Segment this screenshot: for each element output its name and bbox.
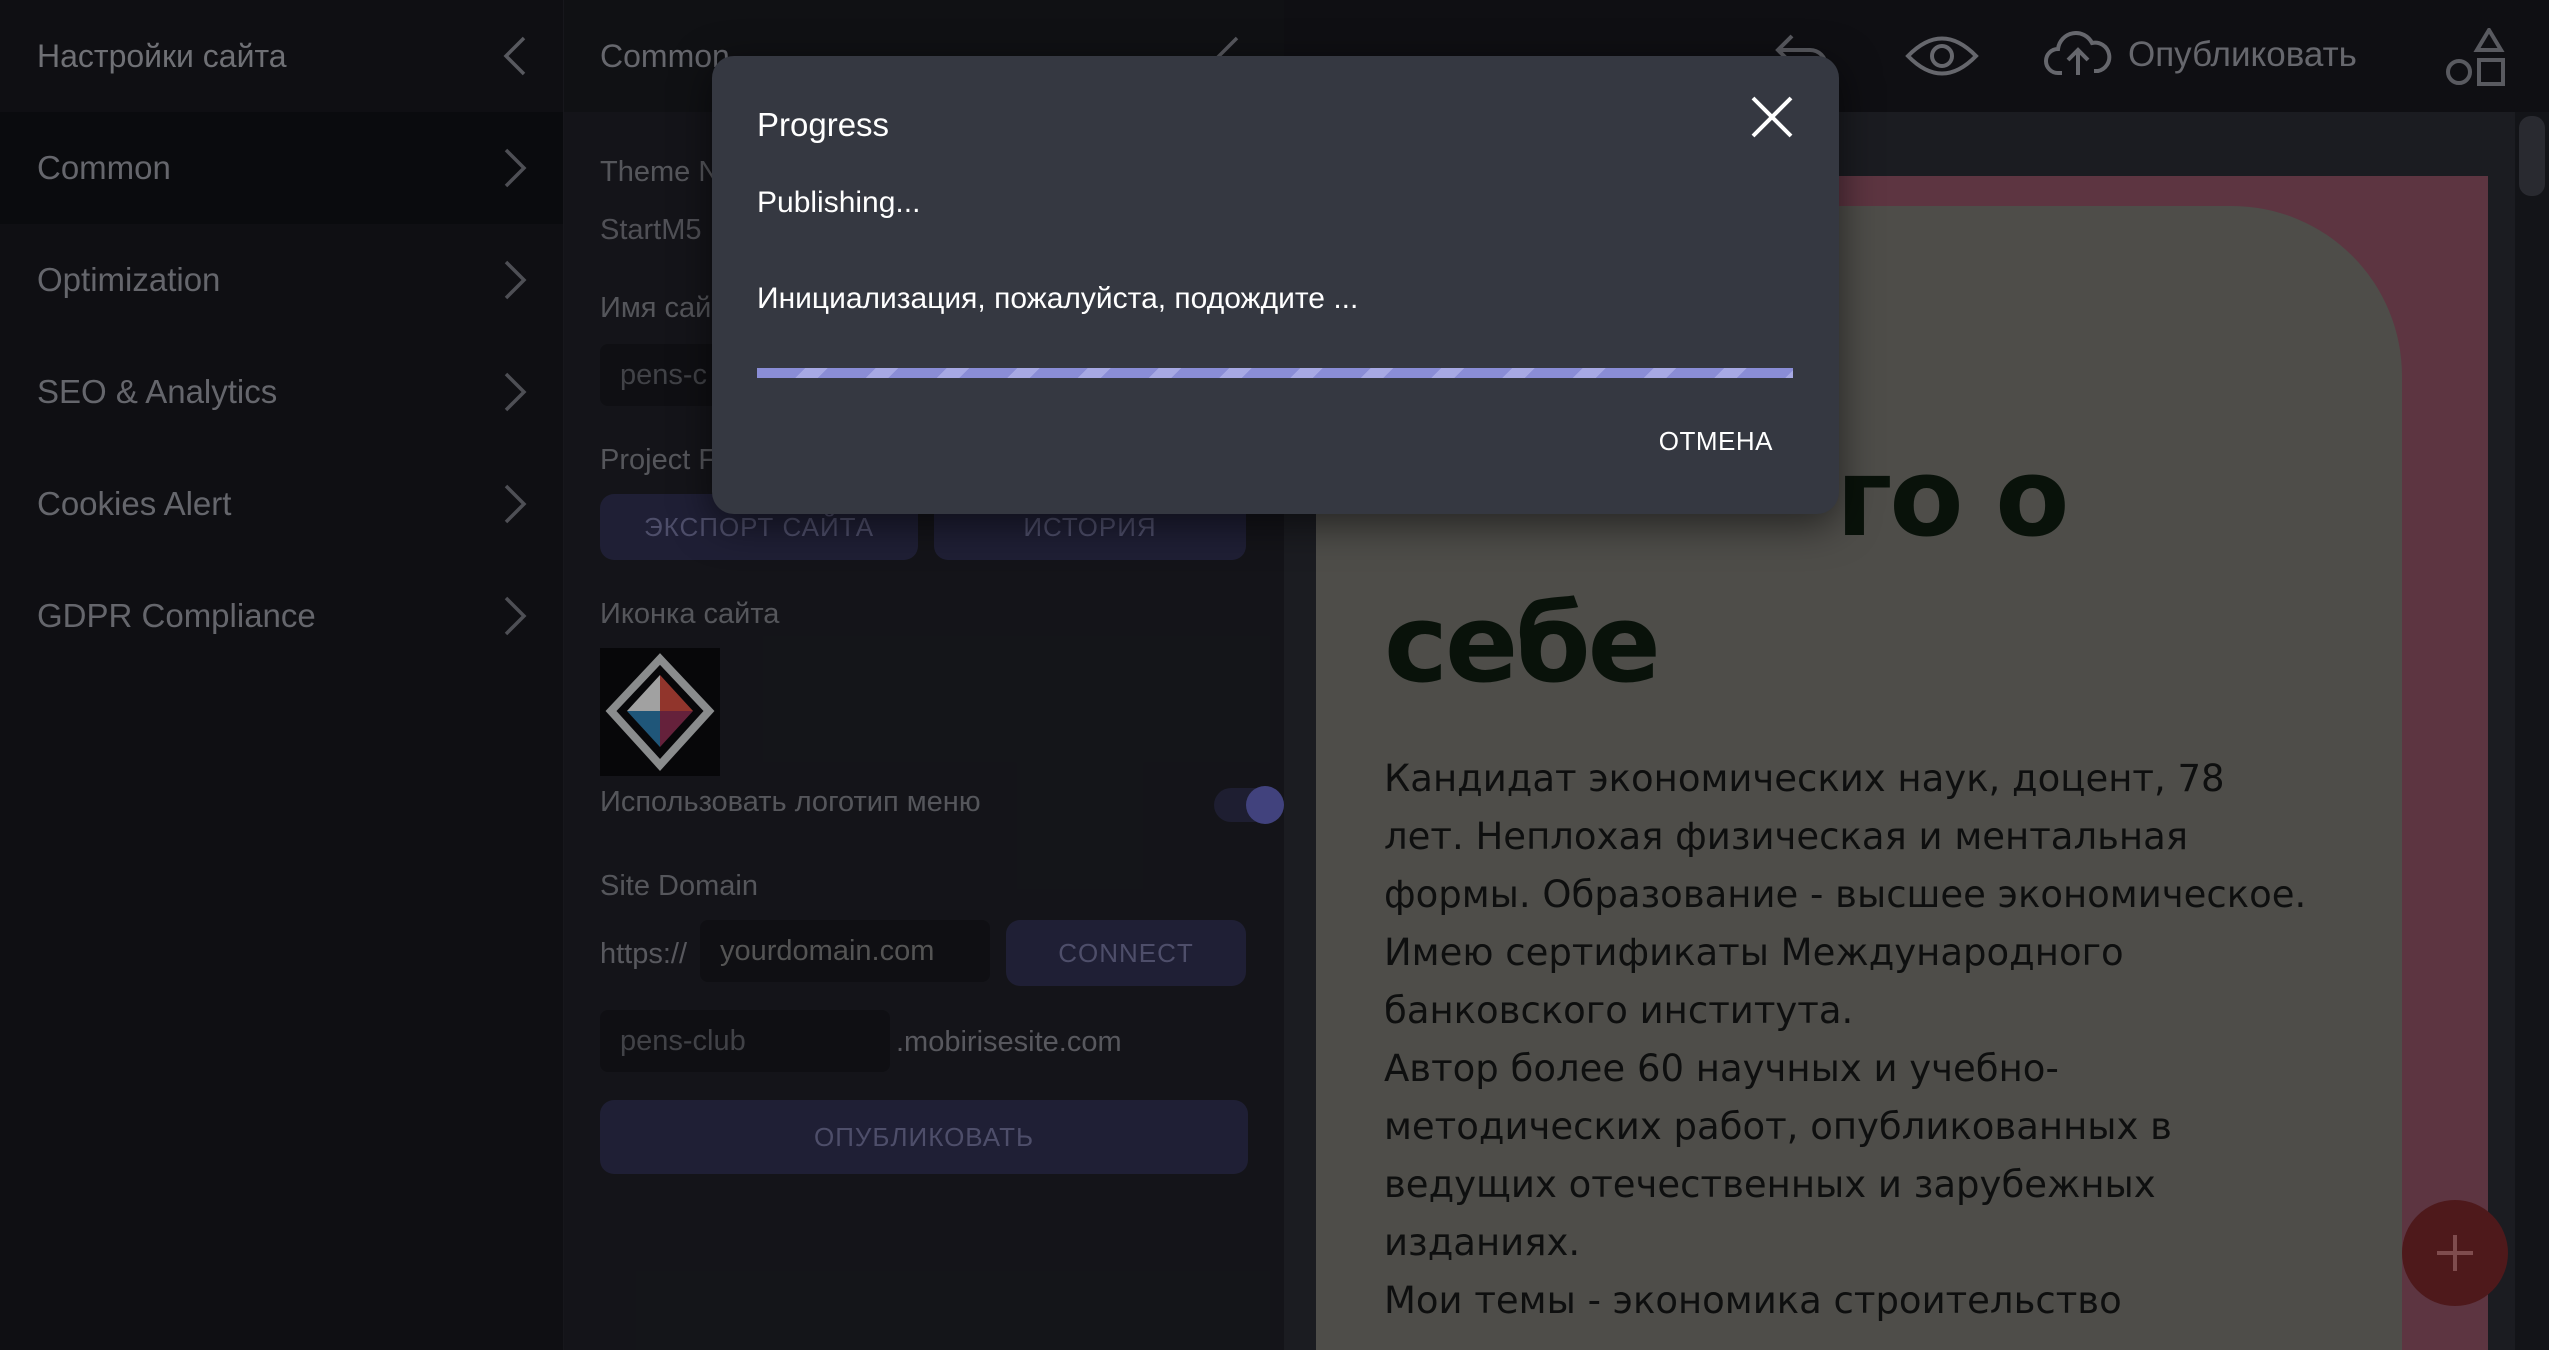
dialog-message: Инициализация, пожалуйста, подождите ... — [757, 282, 1359, 315]
progress-bar — [757, 368, 1793, 378]
progress-bar-fill — [757, 368, 1793, 378]
app-window: Настройки сайта Common Optimization SEO … — [0, 0, 2549, 1350]
close-icon[interactable] — [1747, 92, 1797, 142]
dialog-status: Publishing... — [757, 186, 921, 219]
dialog-title: Progress — [757, 106, 890, 143]
cancel-button[interactable]: ОТМЕНА — [1659, 426, 1773, 457]
progress-dialog: Progress Publishing... Инициализация, по… — [712, 56, 1839, 514]
